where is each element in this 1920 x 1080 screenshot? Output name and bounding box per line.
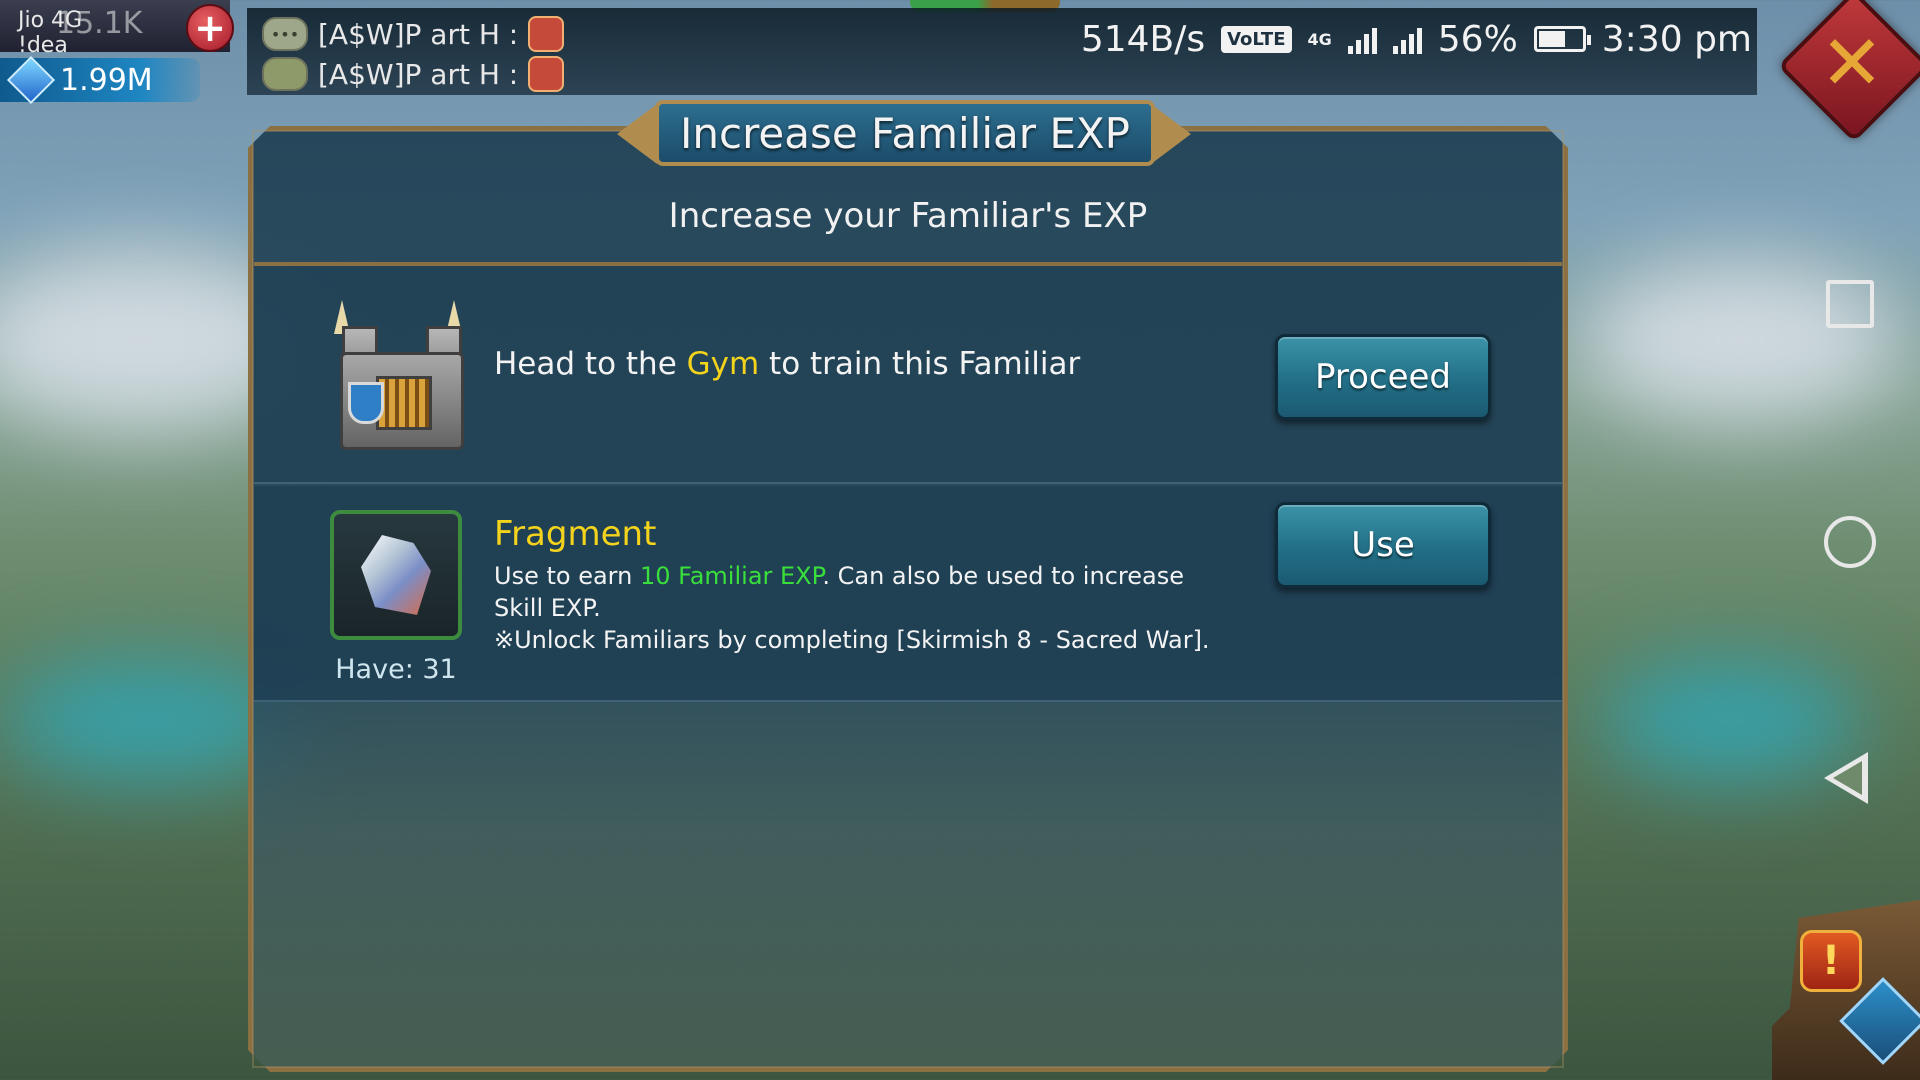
use-button[interactable]: Use — [1275, 502, 1491, 588]
gems-bar[interactable]: 1.99M — [0, 55, 200, 105]
net-speed: 514B/s — [1080, 18, 1206, 60]
fragment-count: Have: 31 — [335, 654, 457, 685]
gym-shield — [348, 382, 384, 424]
alert-icon[interactable]: ! — [1800, 930, 1862, 992]
gym-text-before: Head to the — [494, 346, 687, 382]
chat-avatar-icon — [528, 56, 565, 92]
signal-icon — [1347, 24, 1377, 54]
proceed-button[interactable]: Proceed — [1275, 334, 1491, 420]
fragment-title: Fragment — [494, 514, 657, 554]
gym-gate — [376, 376, 432, 430]
gym-text-after: to train this Familiar — [759, 346, 1081, 382]
dialog-title: Increase Familiar EXP — [655, 100, 1155, 166]
gym-instruction: Head to the Gym to train this Familiar — [494, 346, 1080, 382]
home-icon[interactable] — [1824, 516, 1876, 568]
gems-value: 1.99M — [60, 62, 153, 98]
recent-apps-icon[interactable] — [1826, 280, 1874, 328]
power-value: 15.1K — [56, 6, 143, 41]
chat-text-1: [A$W]P art H : — [318, 17, 519, 51]
ribbon-left-arrow — [617, 104, 657, 164]
frag-unlock-note: ※Unlock Familiars by completing [Skirmis… — [494, 626, 1210, 654]
system-status: 514B/s VoLTE 4G 56% 3:30 pm — [1081, 14, 1752, 64]
frag-desc-highlight: 10 Familiar EXP — [639, 562, 823, 590]
signal-icon-2 — [1392, 24, 1422, 54]
bg-water-right — [1600, 660, 1860, 780]
clock: 3:30 pm — [1601, 18, 1752, 60]
battery-fill — [1538, 31, 1565, 47]
chat-avatar-icon — [528, 16, 565, 52]
fragment-option-row: Have: 31 Fragment Use to earn 10 Familia… — [254, 486, 1562, 702]
fragment-item-frame[interactable] — [330, 510, 462, 640]
chat-line-1[interactable]: ••• [A$W]P art H : — [262, 14, 565, 54]
back-icon-inner — [1833, 761, 1862, 795]
frag-desc-before: Use to earn — [494, 562, 640, 590]
gym-option-row: Head to the Gym to train this Familiar P… — [254, 266, 1562, 484]
gym-highlight: Gym — [686, 346, 760, 382]
gym-building-icon — [320, 296, 478, 456]
fragment-crystal-icon — [361, 535, 431, 615]
network-4g-icon: 4G — [1307, 29, 1332, 49]
battery-icon — [1533, 26, 1591, 52]
plus-icon: + — [194, 6, 226, 50]
battery-percent: 56% — [1437, 18, 1518, 60]
dialog-subtitle: Increase your Familiar's EXP — [668, 196, 1148, 236]
ribbon-right-arrow — [1151, 104, 1191, 164]
chat-line-2[interactable]: [A$W]P art H : — [262, 54, 565, 94]
fragment-description: Use to earn 10 Familiar EXP. Can also be… — [494, 560, 1224, 656]
volte-icon: VoLTE — [1221, 25, 1292, 53]
close-x-icon[interactable]: ✕ — [1812, 18, 1892, 107]
guild-chat-icon — [262, 57, 308, 91]
gem-icon — [6, 55, 56, 105]
chat-text-2: [A$W]P art H : — [318, 57, 519, 91]
add-resource-button[interactable]: + — [186, 4, 234, 52]
chat-bubble-icon: ••• — [262, 17, 308, 51]
